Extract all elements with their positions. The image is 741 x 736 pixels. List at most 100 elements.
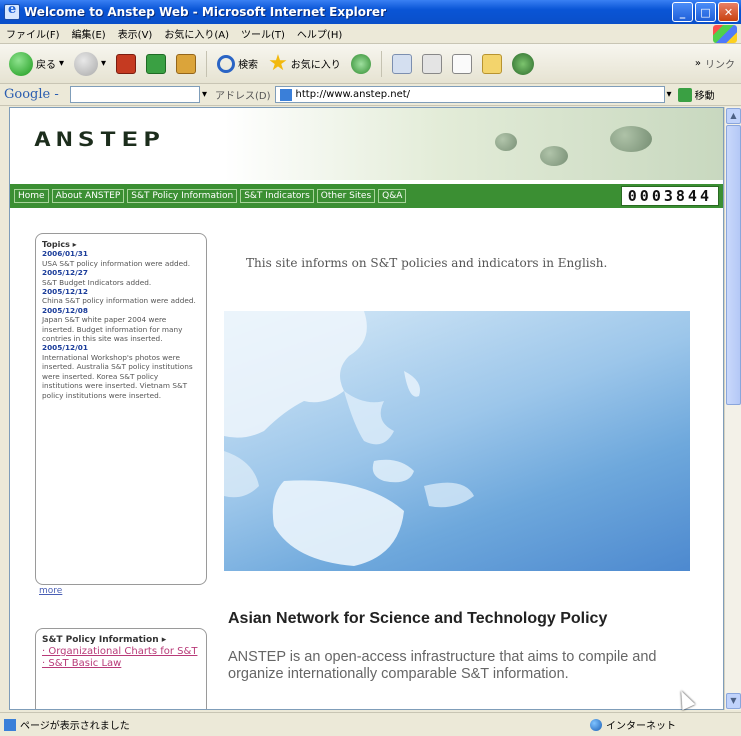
links-label[interactable]: リンク [705, 56, 735, 71]
banner-decoration [610, 126, 652, 152]
browser-window: Welcome to Anstep Web - Microsoft Intern… [0, 0, 741, 736]
stop-button[interactable] [113, 52, 139, 76]
menu-favorites[interactable]: お気に入り(A) [158, 26, 235, 41]
topic-text: China S&T policy information were added. [42, 296, 196, 306]
topic-entry: 2005/12/08 Japan S&T white paper 2004 we… [42, 306, 200, 344]
menu-bar: ファイル(F) 編集(E) 表示(V) お気に入り(A) ツール(T) ヘルプ(… [0, 24, 741, 44]
topic-date: 2005/12/27 [42, 268, 88, 278]
favorites-label: お気に入り [290, 60, 341, 71]
nav-policy-information[interactable]: S&T Policy Information [127, 189, 238, 203]
toolbar-chevron[interactable]: » [695, 58, 701, 69]
mail-button[interactable] [389, 52, 415, 76]
policy-box-header[interactable]: S&T Policy Information ▸ [42, 634, 200, 646]
search-icon [217, 54, 236, 73]
go-button[interactable]: 移動 [677, 87, 715, 102]
history-icon [350, 53, 371, 74]
status-text-area: ページが表示されました [4, 717, 130, 732]
close-button[interactable]: ✕ [718, 2, 739, 22]
forward-arrow-icon [74, 51, 99, 76]
page-icon [279, 88, 292, 101]
edit-button[interactable] [449, 52, 475, 76]
search-label: 検索 [238, 60, 259, 71]
basic-law-link[interactable]: · S&T Basic Law [42, 658, 200, 670]
scroll-up-button[interactable]: ▲ [726, 108, 741, 124]
minimize-button[interactable]: _ [672, 2, 693, 22]
folder-icon [481, 53, 502, 74]
nav-other-sites[interactable]: Other Sites [316, 189, 376, 203]
zone-label: インターネット [606, 721, 676, 732]
policy-information-box: S&T Policy Information ▸ · Organizationa… [35, 628, 207, 709]
back-arrow-icon [9, 51, 33, 76]
toolbar-separator [206, 50, 208, 77]
go-label: 移動 [694, 91, 715, 102]
address-field[interactable]: http://www.anstep.net/ [274, 86, 665, 103]
nav-about[interactable]: About ANSTEP [51, 189, 125, 203]
menu-help[interactable]: ヘルプ(H) [291, 26, 348, 41]
refresh-button[interactable] [143, 52, 169, 76]
intro-text: This site informs on S&T policies and in… [246, 256, 608, 270]
home-icon [176, 53, 197, 74]
topics-header[interactable]: Topics ▸ [42, 240, 200, 249]
topic-entry: 2005/12/01 International Workshop's phot… [42, 343, 200, 399]
topic-date: 2005/12/01 [42, 343, 88, 353]
page-viewport[interactable]: ANSTEP Home About ANSTEP S&T Policy Info… [9, 107, 724, 710]
menu-tools[interactable]: ツール(T) [235, 26, 291, 41]
google-search-input[interactable] [70, 86, 200, 103]
nav-home[interactable]: Home [14, 189, 49, 203]
messenger-icon [511, 52, 534, 75]
print-button[interactable] [419, 52, 445, 76]
document-icon [451, 53, 472, 74]
nav-qa[interactable]: Q&A [378, 189, 407, 203]
topic-text: USA S&T policy information were added. [42, 258, 191, 268]
back-button[interactable]: 戻る ▾ [6, 50, 67, 78]
nav-indicators[interactable]: S&T Indicators [240, 189, 314, 203]
google-toolbar-logo[interactable]: Google - [4, 87, 64, 102]
topic-date: 2005/12/12 [42, 287, 88, 297]
folder-button[interactable] [479, 52, 505, 76]
visit-counter: 0003844 [620, 186, 719, 206]
history-button[interactable] [348, 52, 374, 76]
menu-edit[interactable]: 編集(E) [66, 26, 112, 41]
topic-date: 2005/12/08 [42, 305, 88, 315]
address-label: アドレス(D) [215, 91, 271, 102]
status-text: ページが表示されました [20, 721, 130, 732]
menu-view[interactable]: 表示(V) [112, 26, 159, 41]
go-arrow-icon [677, 87, 692, 102]
topics-box: Topics ▸ 2006/01/31 USA S&T policy infor… [35, 233, 207, 585]
messenger-button[interactable] [509, 51, 537, 77]
menu-file[interactable]: ファイル(F) [0, 26, 66, 41]
more-link[interactable]: more [39, 586, 62, 596]
maximize-button[interactable]: □ [695, 2, 716, 22]
chevron-down-icon: ▾ [59, 58, 65, 69]
topic-date: 2006/01/31 [42, 249, 88, 259]
vertical-scrollbar[interactable]: ▲ ▼ [724, 107, 741, 710]
toolbar-separator [380, 50, 382, 77]
topic-text: Japan S&T white paper 2004 were inserted… [42, 315, 183, 344]
organizational-charts-link[interactable]: · Organizational Charts for S&T [42, 646, 200, 658]
address-toolbar: Google - ▾ アドレス(D) http://www.anstep.net… [0, 84, 741, 106]
favorites-button[interactable]: ★ お気に入り [265, 52, 344, 75]
forward-button[interactable]: ▾ [71, 50, 109, 78]
banner-decoration [540, 146, 568, 166]
anstep-logo[interactable]: ANSTEP [34, 128, 165, 151]
stop-icon [116, 53, 137, 74]
title-bar[interactable]: Welcome to Anstep Web - Microsoft Intern… [0, 0, 741, 24]
scroll-down-button[interactable]: ▼ [726, 693, 741, 709]
search-button[interactable]: 検索 [214, 53, 261, 75]
back-label: 戻る [36, 60, 56, 71]
scroll-thumb[interactable] [726, 125, 741, 405]
topic-text: S&T Budget Indicators added. [42, 277, 152, 287]
site-banner: ANSTEP [10, 108, 723, 180]
printer-icon [421, 53, 442, 74]
topic-text: International Workshop's photos were ins… [42, 352, 193, 400]
topic-entry: 2006/01/31 USA S&T policy information we… [42, 249, 200, 268]
site-description: ANSTEP is an open-access infrastructure … [228, 649, 657, 682]
home-button[interactable] [173, 52, 199, 76]
chevron-down-icon[interactable]: ▾ [202, 89, 207, 100]
status-bar: ページが表示されました インターネット [0, 712, 741, 736]
address-dropdown-icon[interactable]: ▾ [667, 89, 672, 100]
window-controls: _ □ ✕ [672, 2, 739, 22]
standard-toolbar: 戻る ▾ ▾ 検索 ★ お気に入り » リンク [0, 44, 741, 84]
site-heading: Asian Network for Science and Technology… [228, 610, 608, 627]
banner-decoration [495, 133, 517, 151]
